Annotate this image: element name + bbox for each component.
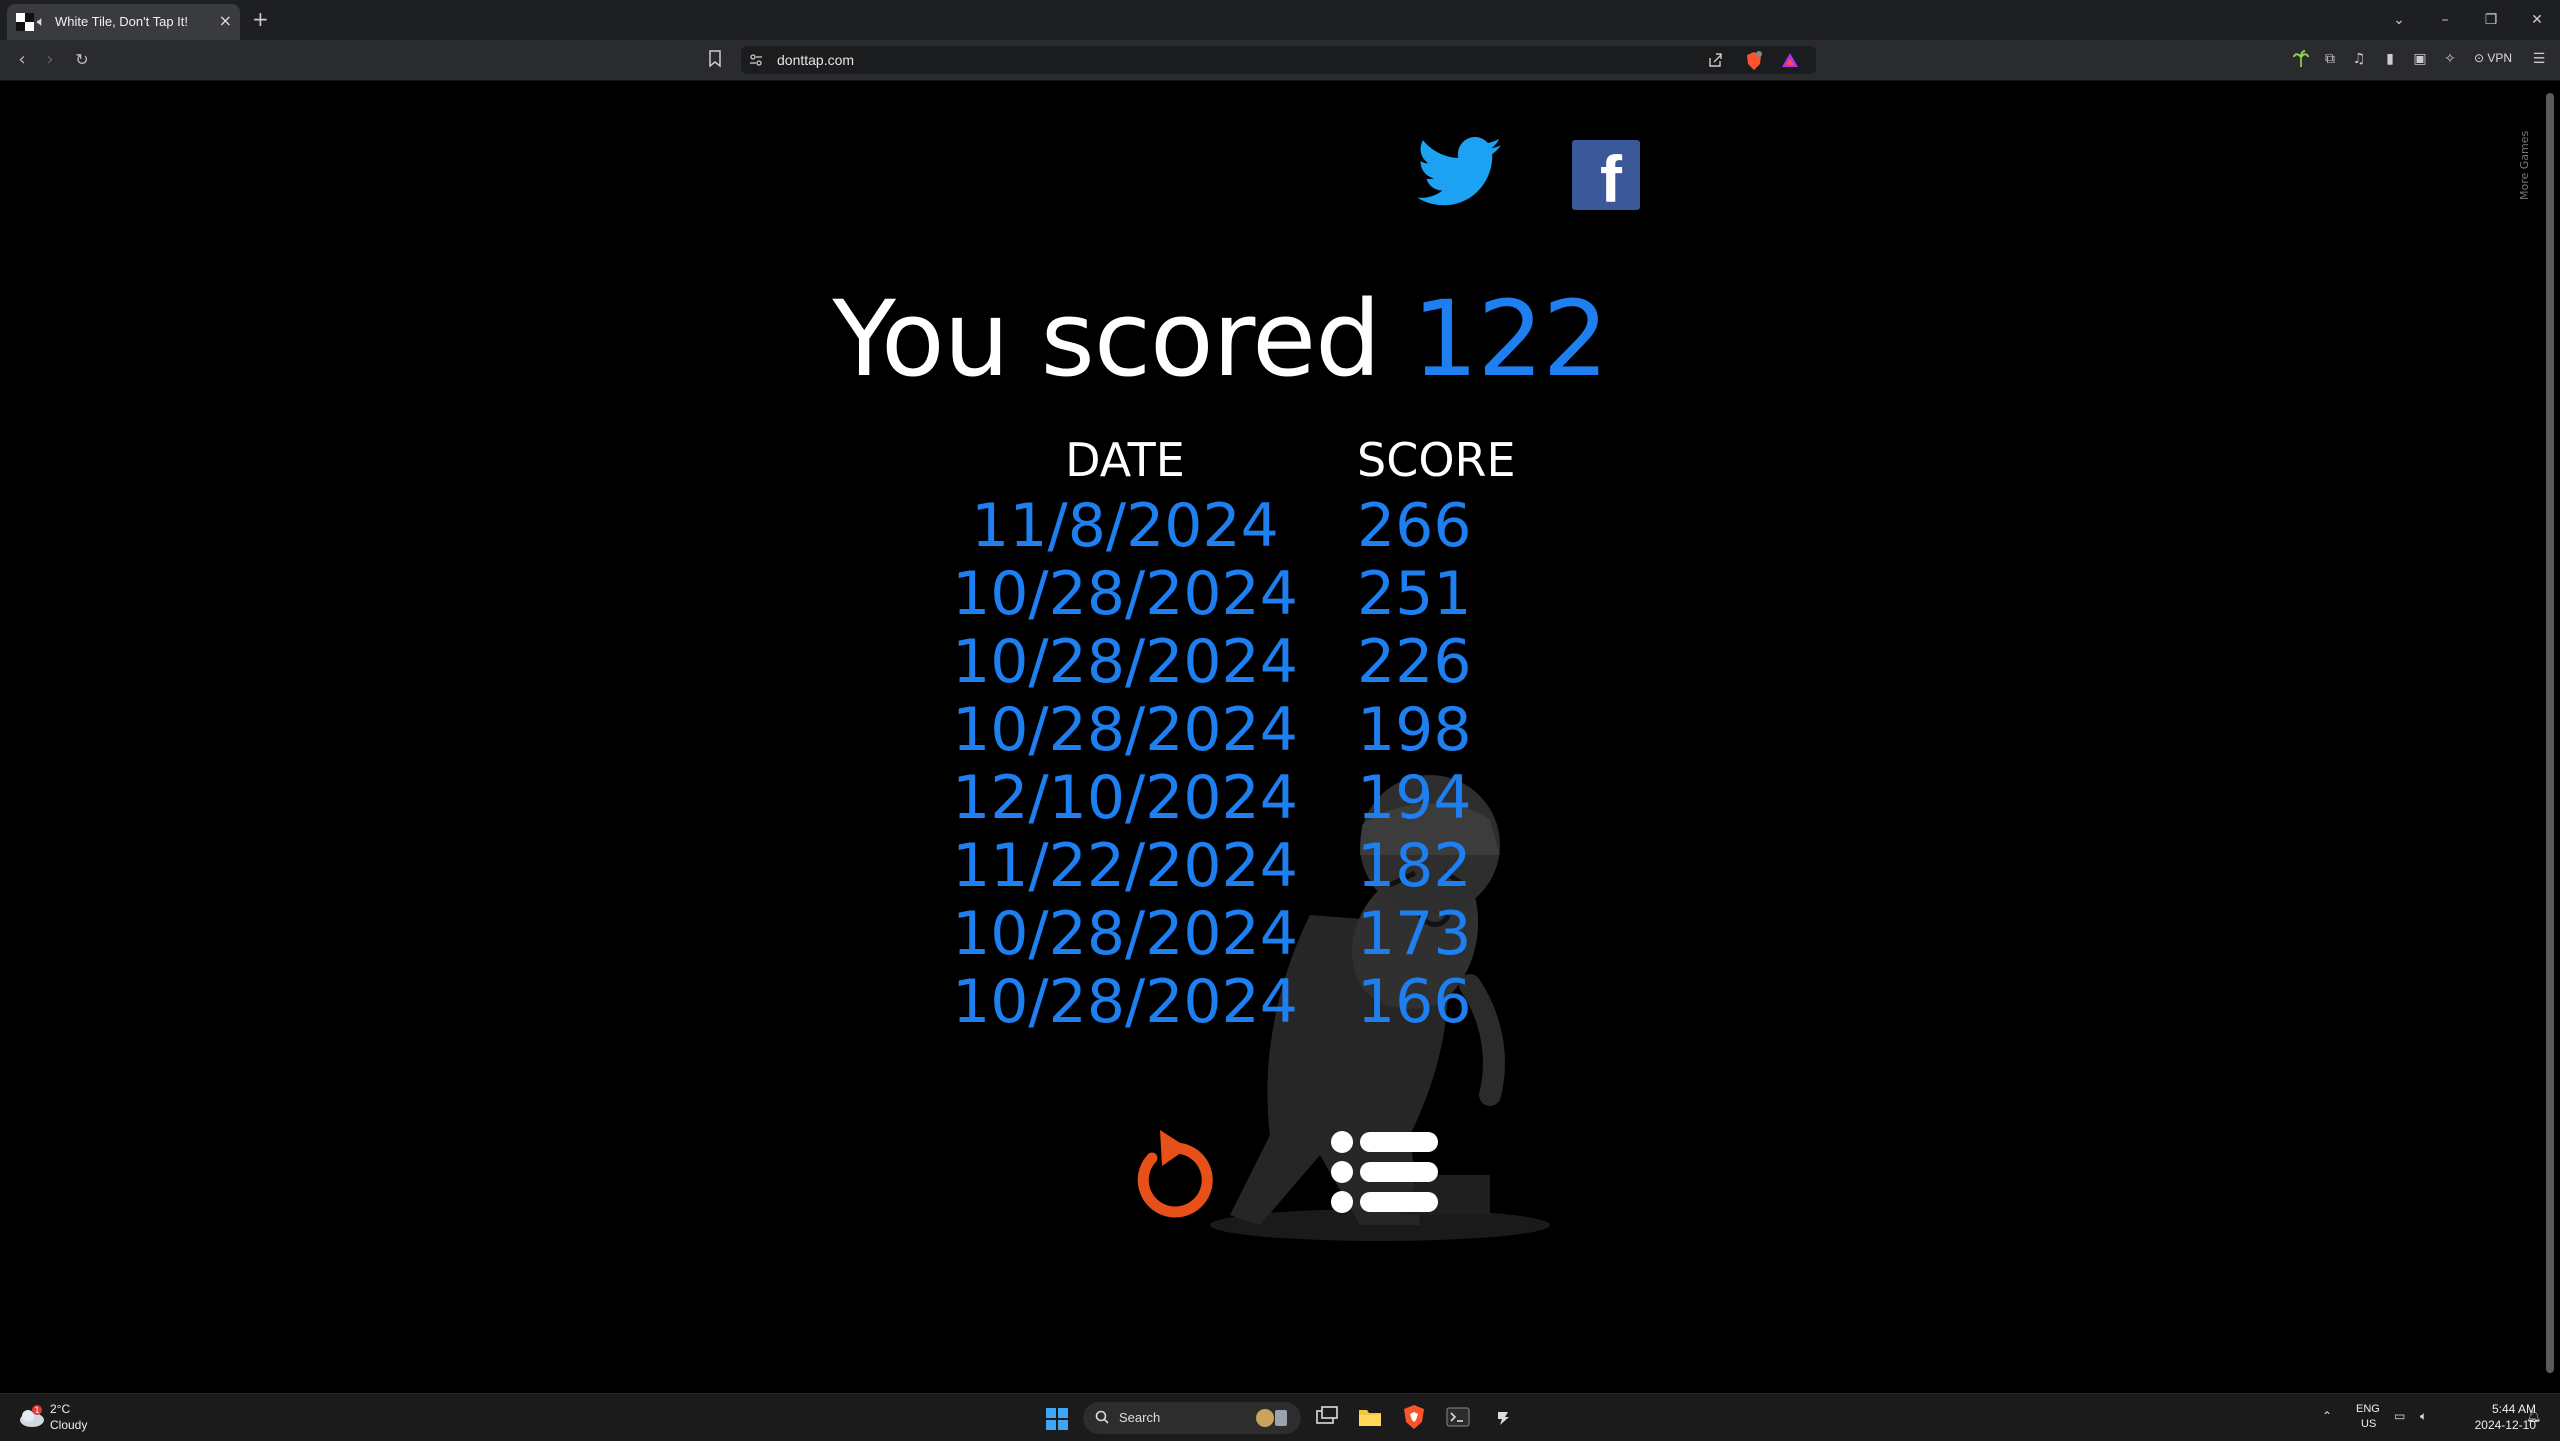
restore-icon[interactable]: ❐ xyxy=(2468,0,2514,40)
score-value: 122 xyxy=(1412,278,1609,400)
notification-bell-icon[interactable]: 🔔︎ xyxy=(2526,1409,2541,1423)
row-score: 173 xyxy=(1357,899,1472,969)
wallet-icon[interactable]: ▣ xyxy=(2411,50,2429,68)
leo-ai-icon[interactable]: ✧ xyxy=(2441,50,2459,68)
close-tab-icon[interactable]: × xyxy=(219,11,232,30)
speaker-icon[interactable]: 🔈︎ xyxy=(37,14,45,30)
terminal-icon[interactable] xyxy=(1445,1404,1471,1430)
row-date: 12/10/2024 xyxy=(952,763,1298,833)
row-score: 226 xyxy=(1357,627,1472,697)
menu-icon[interactable]: ☰ xyxy=(2530,50,2548,68)
app-icon[interactable] xyxy=(1490,1404,1516,1430)
site-settings-icon[interactable] xyxy=(749,53,763,67)
forward-icon[interactable]: › xyxy=(38,48,62,72)
row-date: 11/8/2024 xyxy=(971,491,1279,561)
new-tab-button[interactable]: + xyxy=(252,7,269,31)
row-date: 10/28/2024 xyxy=(952,627,1298,697)
table-row: 11/22/2024 182 xyxy=(940,831,1520,901)
row-date: 11/22/2024 xyxy=(952,831,1298,901)
close-icon[interactable]: ✕ xyxy=(2514,0,2560,40)
date-column-header: DATE xyxy=(1065,433,1185,487)
restart-icon[interactable] xyxy=(1130,1124,1220,1220)
row-score: 194 xyxy=(1357,763,1472,833)
tab-strip: 🔈︎ White Tile, Don't Tap It! × + ⌄ – ❐ ✕ xyxy=(0,0,2560,40)
share-icon[interactable] xyxy=(1707,52,1723,68)
vpn-button[interactable]: ⊙ VPN xyxy=(2474,51,2512,65)
sidebar-icon[interactable]: ▮ xyxy=(2381,50,2399,68)
bookmark-icon[interactable] xyxy=(708,50,722,68)
row-date: 10/28/2024 xyxy=(952,967,1298,1037)
more-games-tab[interactable]: More Games xyxy=(2518,131,2531,200)
score-prefix: You scored xyxy=(832,278,1381,400)
row-date: 10/28/2024 xyxy=(952,695,1298,765)
donttap-favicon-icon xyxy=(16,13,34,31)
clock-date: 2024-12-10 xyxy=(2474,1418,2536,1432)
language-line1: ENG xyxy=(2356,1403,2380,1415)
table-row: 10/28/2024 173 xyxy=(940,899,1520,969)
language-line2: US xyxy=(2361,1418,2377,1430)
score-column-header: SCORE xyxy=(1357,433,1516,487)
search-highlight-icon xyxy=(1256,1409,1287,1427)
vpn-label: VPN xyxy=(2487,51,2513,65)
tab-title: White Tile, Don't Tap It! xyxy=(55,14,189,29)
facebook-f-glyph: f xyxy=(1600,142,1622,216)
row-score: 166 xyxy=(1357,967,1472,1037)
row-date: 10/28/2024 xyxy=(952,559,1298,629)
music-icon[interactable]: ♫ xyxy=(2350,50,2368,68)
extensions-icon[interactable]: ⧉ xyxy=(2321,50,2339,68)
cloud-icon: 1 xyxy=(20,1405,44,1427)
leaderboard-menu-icon[interactable] xyxy=(1330,1130,1438,1214)
scrollbar-thumb[interactable] xyxy=(2546,93,2554,1373)
url-text[interactable]: donttap.com xyxy=(777,52,854,68)
table-header-row: DATE SCORE xyxy=(940,428,1520,492)
weather-badge: 1 xyxy=(34,1406,39,1415)
row-score: 182 xyxy=(1357,831,1472,901)
table-row: 12/10/2024 194 xyxy=(940,763,1520,833)
taskbar-search-box[interactable]: Search xyxy=(1083,1402,1301,1434)
window-controls: ⌄ – ❐ ✕ xyxy=(2376,0,2560,40)
brave-shields-icon[interactable] xyxy=(1745,51,1763,71)
network-icon[interactable]: ▭ xyxy=(2394,1409,2405,1423)
chevron-down-icon[interactable]: ⌄ xyxy=(2376,0,2422,40)
high-score-table: DATE SCORE 11/8/2024 266 10/28/2024 251 … xyxy=(940,428,1520,1037)
twitter-share-icon[interactable] xyxy=(1417,136,1501,208)
table-row: 10/28/2024 226 xyxy=(940,627,1520,697)
address-bar[interactable]: donttap.com xyxy=(741,46,1816,74)
brave-browser-icon[interactable] xyxy=(1401,1404,1427,1430)
score-heading: You scored 122 xyxy=(0,278,2440,400)
table-row: 10/28/2024 198 xyxy=(940,695,1520,765)
windows-start-icon[interactable] xyxy=(1046,1408,1068,1430)
file-explorer-icon[interactable] xyxy=(1357,1404,1383,1430)
facebook-share-icon[interactable]: f xyxy=(1572,140,1640,216)
weather-description: Cloudy xyxy=(50,1418,88,1432)
brave-rewards-icon[interactable] xyxy=(1781,52,1799,68)
weather-temperature: 2°C xyxy=(50,1402,71,1416)
table-row: 10/28/2024 251 xyxy=(940,559,1520,629)
table-row: 11/8/2024 266 xyxy=(940,491,1520,561)
task-view-icon[interactable] xyxy=(1314,1404,1340,1430)
minimize-icon[interactable]: – xyxy=(2422,0,2468,40)
reload-icon[interactable]: ↻ xyxy=(70,48,94,72)
scrollbar[interactable] xyxy=(2540,81,2560,1393)
row-date: 10/28/2024 xyxy=(952,899,1298,969)
row-score: 198 xyxy=(1357,695,1472,765)
taskbar: 1 2°C Cloudy Search ⌃ ENG US ▭ 🔈︎ 5:44 A… xyxy=(0,1393,2560,1441)
search-icon xyxy=(1095,1410,1109,1424)
row-score: 266 xyxy=(1357,491,1472,561)
volume-icon[interactable]: 🔈︎ xyxy=(2420,1409,2427,1424)
show-hidden-icons-chevron-icon[interactable]: ⌃ xyxy=(2322,1409,2332,1423)
search-label: Search xyxy=(1119,1410,1161,1425)
palm-extension-icon[interactable] xyxy=(2292,50,2310,68)
table-row: 10/28/2024 166 xyxy=(940,967,1520,1037)
browser-toolbar: ‹ › ↻ donttap.com ⧉ ♫ ▮ ▣ ✧ ⊙ VPN ☰ xyxy=(0,40,2560,81)
browser-tab[interactable]: 🔈︎ White Tile, Don't Tap It! × xyxy=(7,4,240,40)
row-score: 251 xyxy=(1357,559,1472,629)
back-icon[interactable]: ‹ xyxy=(10,48,34,72)
